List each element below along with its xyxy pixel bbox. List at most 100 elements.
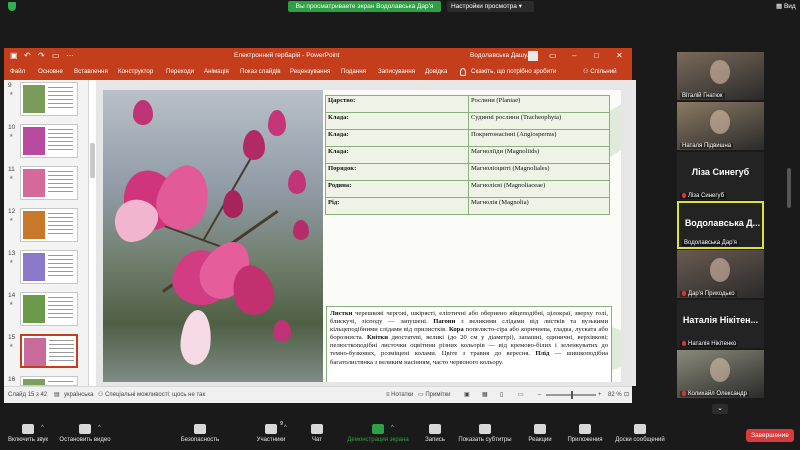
tab-file[interactable]: Файл [10,64,25,80]
zoom-level[interactable]: 82 % [608,387,622,403]
accessibility-status[interactable]: ⚇ Спеціальні можливості: щось не так [98,387,205,403]
camera-icon [79,424,91,434]
comments-button[interactable]: ▭ Примітки [418,387,451,403]
record-icon [429,424,441,434]
participant-tile[interactable]: Наталія Нікітен... Наталія Нікітенко [677,300,764,348]
security-button[interactable]: Безопасность [165,418,235,443]
taxonomy-table[interactable]: Царство: Рослини (Plantae) Клада: Судинні р… [325,95,610,215]
thumbnail-photo [23,127,45,155]
participant-tile[interactable]: Наталя Підвишна [677,102,764,150]
caret-up-icon[interactable]: ^ [98,425,101,431]
ribbon-options-icon[interactable]: ▭ [549,48,557,64]
zoom-out-icon[interactable]: – [538,387,541,403]
mic-muted-icon [682,290,686,296]
slide-sorter-icon[interactable]: ▦ [482,387,488,403]
caret-up-icon[interactable]: ^ [391,425,394,431]
tab-design[interactable]: Конструктор [118,64,153,80]
chat-button[interactable]: Чат [282,418,352,443]
slide-thumbnail[interactable] [20,208,78,242]
zoom-top-bar: Вы просматриваете экран Водолавська Дар'… [0,0,800,13]
whiteboards-button[interactable]: Доски сообщений [605,418,675,443]
tab-animations[interactable]: Анімація [204,64,229,80]
slide-thumbnail[interactable] [20,334,78,368]
view-options-button[interactable]: Настройки просмотра ▾ [447,1,534,12]
participant-face [710,358,730,382]
close-icon[interactable]: ✕ [616,48,623,64]
current-slide[interactable]: Царство: Рослини (Plantae) Клада: Судинні р… [103,90,621,382]
ppt-user: Водолавська Дашуля [470,52,535,59]
scroll-down-button[interactable]: ⌄ [712,404,728,414]
participants-icon [265,424,277,434]
tab-help[interactable]: Довідка [425,64,447,80]
participant-name: Наталія Нікітенко [680,340,739,347]
slide-thumbnail[interactable] [20,124,78,158]
ppt-title-bar: ▣ ↶ ↷ ▭ ⋯ Електронний гербарій - PowerPo… [4,48,632,64]
participant-tile[interactable]: Ліза Синегуб Ліза Синегуб [677,152,764,200]
minimize-icon[interactable]: – [572,48,576,64]
participant-tile[interactable]: Дар'я Приходько [677,250,764,298]
language-status[interactable]: українська [64,387,94,403]
taxonomy-value: Магноліоцвіті (Magnoliales) [468,163,610,181]
captions-icon [479,424,491,434]
user-avatar[interactable] [528,51,538,61]
thumbnail-photo [23,211,45,239]
normal-view-icon[interactable]: ▣ [464,387,470,403]
notes-button[interactable]: ≡ Нотатки [386,387,413,403]
taxonomy-row: Рід: Магнолія (Magnolia) [325,197,610,215]
tab-home[interactable]: Основне [38,64,63,80]
participant-tile[interactable]: Колихайл Олександр [677,350,764,398]
slide-thumbnail[interactable] [20,250,78,284]
shield-icon [194,424,206,434]
zoom-in-icon[interactable]: + [598,387,602,403]
maximize-icon[interactable]: □ [594,48,599,64]
save-icon[interactable]: ▣ [10,48,18,64]
participant-name-large: Ліза Синегуб [691,167,750,177]
tab-view[interactable]: Подання [341,64,366,80]
present-icon[interactable]: ▭ [52,48,60,64]
fit-slide-icon[interactable]: ⊡ [624,387,629,403]
slide-thumbnail[interactable] [20,166,78,200]
tab-insert[interactable]: Вставлення [74,64,108,80]
slideshow-icon[interactable]: ▭ [518,387,524,403]
tell-me-search[interactable]: Скажіть, що потрібно зробити [471,64,556,80]
tab-slideshow[interactable]: Показ слайдів [240,64,281,80]
slide-thumbnail[interactable] [20,376,78,386]
participant-tile[interactable]: Віталій Гнатюк [677,52,764,100]
spellcheck-icon[interactable]: ▤ [54,387,60,403]
description-term: Плід [535,350,550,358]
taxonomy-row: Клада: Покритонасінні (Angiosperms) [325,129,610,147]
redo-icon[interactable]: ↷ [38,48,45,64]
end-meeting-button[interactable]: Завершение [746,429,794,442]
caret-up-icon[interactable]: ^ [41,425,44,431]
taxonomy-value: Рослини (Plantae) [468,95,610,113]
participant-name: Ліза Синегуб [680,192,727,199]
magnolia-photo [103,90,323,382]
slide-thumbnail[interactable] [20,82,78,116]
undo-icon[interactable]: ↶ [24,48,31,64]
participant-name-large: Водолавська Д... [684,218,761,228]
taxonomy-row: Клада: Судинні рослини (Tracheophyta) [325,112,610,130]
view-button[interactable]: ▦ Вид [776,1,796,12]
slide-counter: Слайд 15 з 42 [8,392,48,398]
editor-scrollbar[interactable] [632,80,636,386]
tab-review[interactable]: Рецензування [290,64,330,80]
whiteboard-icon [634,424,646,434]
taxonomy-value: Покритонасінні (Angiosperms) [468,129,610,147]
description-textbox[interactable]: Листки черешкові чергові, шкірясті, еліп… [326,306,612,382]
tab-recording[interactable]: Записування [378,64,415,80]
zoom-slider-knob[interactable] [571,391,573,399]
qat-more-icon[interactable]: ⋯ [66,48,74,64]
slide-thumbnail[interactable] [20,292,78,326]
reading-view-icon[interactable]: ▯ [500,387,503,403]
participant-face [710,60,730,84]
tab-transitions[interactable]: Переходи [166,64,194,80]
participants-scrollbar[interactable] [787,168,791,208]
participant-name-text: Колихайл Олександр [688,391,747,397]
taxonomy-rank: Клада: [325,146,469,164]
participant-tile[interactable]: Водолавська Д... Водолавська Дар'я [677,201,764,249]
ppt-status-bar: Слайд 15 з 42 ▤ українська ⚇ Спеціальні … [4,386,632,403]
thumbnail-number: 14 [8,292,16,299]
video-button[interactable]: ^ Остановить видео [50,418,120,443]
thumbnails-scrollbar[interactable] [90,143,95,178]
thumbnail-number: 16 [8,376,16,383]
